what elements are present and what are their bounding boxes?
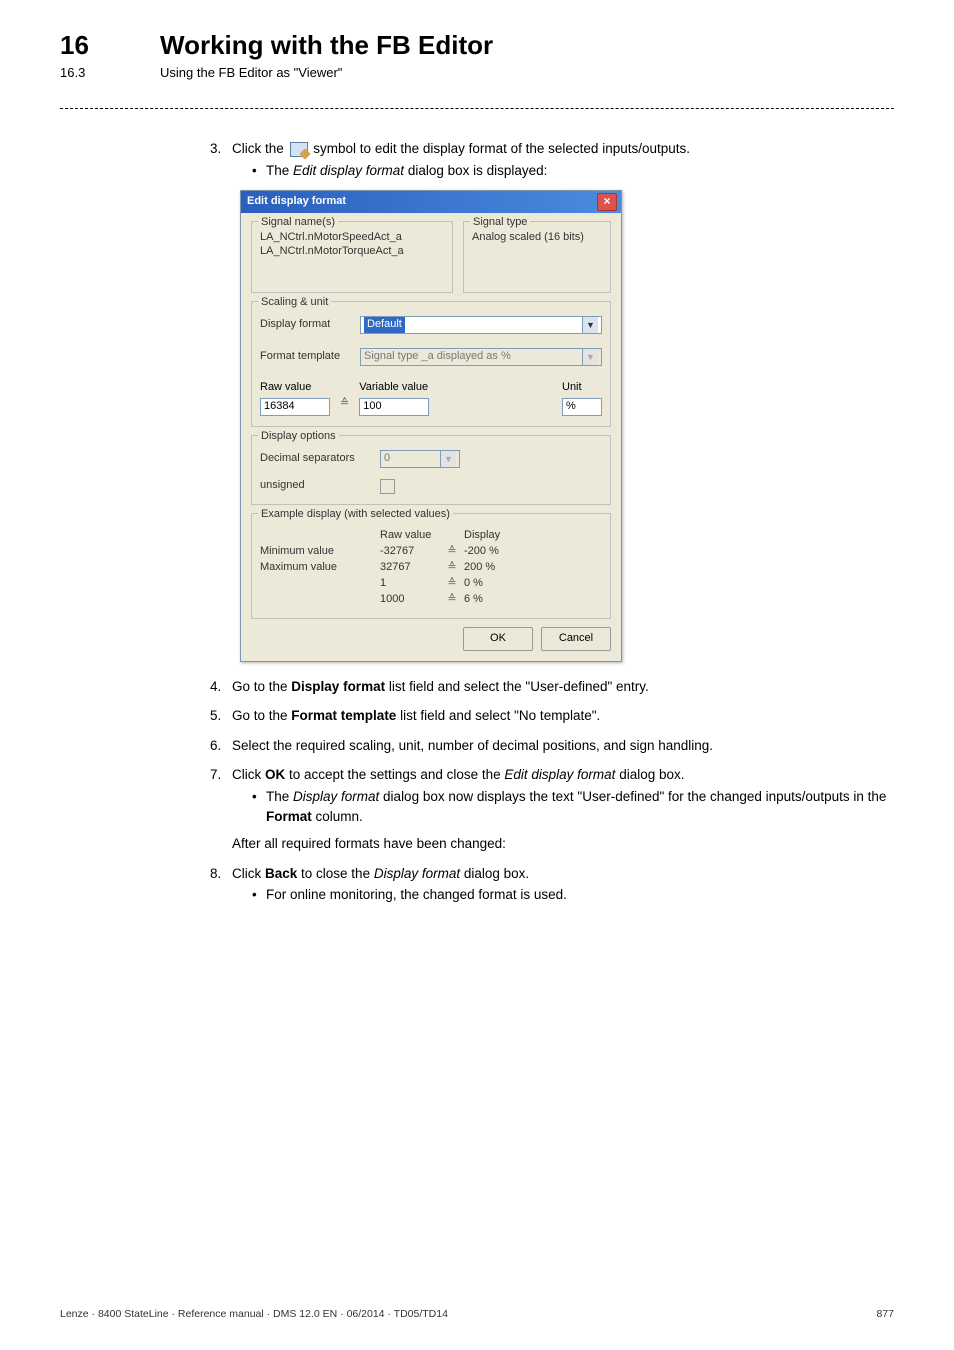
step3-bullet-pre: The — [266, 163, 293, 178]
scaling-unit-legend: Scaling & unit — [258, 295, 331, 311]
example-row-raw: 1000 — [380, 592, 440, 608]
example-row-label: Maximum value — [260, 560, 380, 576]
chevron-down-icon: ▼ — [440, 451, 456, 467]
section-title: Using the FB Editor as "Viewer" — [160, 65, 342, 80]
close-button[interactable]: × — [597, 193, 617, 211]
page-number: 877 — [876, 1308, 894, 1320]
step7-post-b: dialog box. — [615, 767, 684, 782]
equals-symbol: ≙ — [440, 576, 464, 592]
equals-symbol: ≙ — [440, 592, 464, 608]
decimal-separators-combo[interactable]: 0 ▼ — [380, 450, 460, 468]
step-number: 4. — [210, 677, 232, 697]
example-row-raw: -32767 — [380, 544, 440, 560]
raw-value-label: Raw value — [260, 380, 330, 396]
example-display-legend: Example display (with selected values) — [258, 507, 453, 523]
variable-value-label: Variable value — [359, 380, 429, 396]
equals-symbol: ≙ — [440, 560, 464, 576]
step3-text-after: symbol to edit the display format of the… — [313, 141, 690, 156]
signal-type-value: Analog scaled (16 bits) — [472, 230, 602, 244]
bullet-dot: • — [252, 885, 266, 905]
step4-bold: Display format — [291, 679, 385, 694]
decimal-separators-value: 0 — [384, 451, 390, 467]
dialog-title: Edit display format — [247, 194, 346, 210]
chevron-down-icon: ▼ — [582, 349, 598, 365]
chapter-number: 16 — [60, 30, 120, 61]
unsigned-checkbox[interactable] — [380, 479, 395, 494]
example-row-label — [260, 592, 380, 608]
display-format-selected: Default — [364, 317, 405, 333]
step-number: 8. — [210, 864, 232, 884]
step5-pre: Go to the — [232, 708, 291, 723]
decimal-separators-label: Decimal separators — [260, 451, 380, 467]
step-number: 3. — [210, 139, 232, 159]
format-template-value: Signal type _a displayed as % — [364, 349, 511, 365]
example-header-display: Display — [464, 528, 524, 544]
example-row-raw: 32767 — [380, 560, 440, 576]
unit-label: Unit — [562, 380, 602, 396]
step8-post-b: dialog box. — [460, 866, 529, 881]
unit-input[interactable]: % — [562, 398, 602, 416]
unsigned-label: unsigned — [260, 478, 380, 494]
variable-value-input[interactable]: 100 — [359, 398, 429, 416]
step-number: 5. — [210, 706, 232, 726]
step5-bold: Format template — [291, 708, 396, 723]
step7-post-a: to accept the settings and close the — [285, 767, 504, 782]
display-format-combo[interactable]: Default ▼ — [360, 316, 602, 334]
equals-symbol: ≙ — [440, 544, 464, 560]
example-header-raw: Raw value — [380, 528, 440, 544]
display-options-legend: Display options — [258, 429, 339, 445]
format-template-label: Format template — [260, 349, 360, 365]
step7-pre: Click — [232, 767, 265, 782]
example-row-display: 200 % — [464, 560, 524, 576]
step8-bold: Back — [265, 866, 297, 881]
example-row-label — [260, 576, 380, 592]
step5-post: list field and select "No template". — [396, 708, 600, 723]
step7-bullet-bold: Format — [266, 809, 312, 824]
signal-names-legend: Signal name(s) — [258, 215, 338, 231]
example-row-raw: 1 — [380, 576, 440, 592]
chevron-down-icon: ▼ — [582, 317, 598, 333]
divider — [60, 108, 894, 109]
bullet-dot: • — [252, 787, 266, 807]
step4-post: list field and select the "User-defined"… — [385, 679, 649, 694]
step7-italic: Edit display format — [504, 767, 615, 782]
edit-display-format-dialog: Edit display format × Signal name(s) LA_… — [240, 190, 622, 662]
footer-left: Lenze · 8400 StateLine · Reference manua… — [60, 1308, 448, 1320]
equals-symbol: ≙ — [336, 396, 353, 412]
example-row-label: Minimum value — [260, 544, 380, 560]
step8-pre: Click — [232, 866, 265, 881]
section-number: 16.3 — [60, 65, 120, 80]
format-template-combo[interactable]: Signal type _a displayed as % ▼ — [360, 348, 602, 366]
cancel-button[interactable]: Cancel — [541, 627, 611, 651]
chapter-title: Working with the FB Editor — [160, 30, 493, 61]
after-step7-note: After all required formats have been cha… — [232, 834, 894, 854]
step4-pre: Go to the — [232, 679, 291, 694]
ok-button[interactable]: OK — [463, 627, 533, 651]
bullet-dot: • — [252, 161, 266, 181]
step7-bullet-b: dialog box now displays the text "User-d… — [379, 789, 886, 804]
step3-text-before: Click the — [232, 141, 288, 156]
signal-type-legend: Signal type — [470, 215, 530, 231]
step3-bullet-italic: Edit display format — [293, 163, 404, 178]
step3-bullet-post: dialog box is displayed: — [404, 163, 547, 178]
example-row-display: -200 % — [464, 544, 524, 560]
example-row-display: 0 % — [464, 576, 524, 592]
step-number: 7. — [210, 765, 232, 785]
step-number: 6. — [210, 736, 232, 756]
signal-name-0: LA_NCtrl.nMotorSpeedAct_a — [260, 230, 444, 244]
step8-bullet: For online monitoring, the changed forma… — [266, 885, 567, 905]
edit-display-format-icon — [290, 142, 308, 157]
step8-italic: Display format — [374, 866, 460, 881]
display-format-label: Display format — [260, 317, 360, 333]
step7-bullet-c: column. — [312, 809, 363, 824]
signal-name-1: LA_NCtrl.nMotorTorqueAct_a — [260, 244, 444, 258]
step7-bullet-a: The — [266, 789, 293, 804]
step8-post-a: to close the — [297, 866, 374, 881]
step7-bold: OK — [265, 767, 285, 782]
example-row-display: 6 % — [464, 592, 524, 608]
step7-bullet-italic: Display format — [293, 789, 379, 804]
raw-value-input[interactable]: 16384 — [260, 398, 330, 416]
step6-text: Select the required scaling, unit, numbe… — [232, 736, 894, 756]
